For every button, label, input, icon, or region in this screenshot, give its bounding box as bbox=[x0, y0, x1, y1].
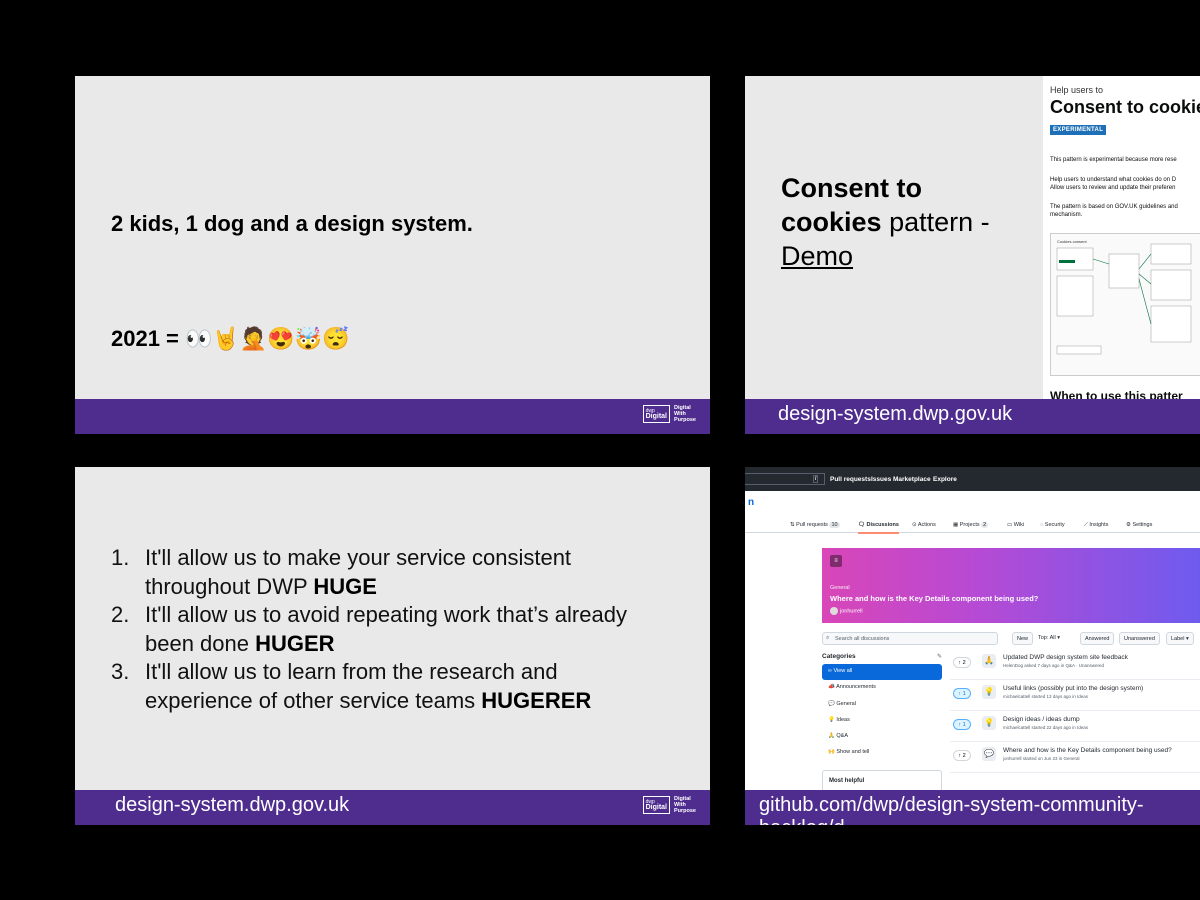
slide-consent-cookies: Consent to cookies pattern - Demo Help u… bbox=[745, 76, 1200, 434]
discussion-meta: jonhurrell started on Jun 23 in General bbox=[1003, 756, 1080, 761]
discussion-row[interactable]: ↑ 1 💡 Design ideas / ideas dump michaelc… bbox=[950, 711, 1200, 742]
github-header: / Pull requests Issues Marketplace Explo… bbox=[745, 467, 1200, 491]
categories-panel: Categories ✎ ∞ View all 📣 Announcements … bbox=[822, 653, 942, 762]
category-view-all[interactable]: ∞ View all bbox=[822, 664, 942, 681]
search-icon: ⌕ bbox=[826, 635, 830, 641]
discussion-title[interactable]: Updated DWP design system site feedback bbox=[1003, 654, 1128, 661]
slide-benefits: 1. It'll allow us to make your service c… bbox=[75, 467, 710, 825]
footer-url[interactable]: design-system.dwp.gov.uk bbox=[778, 403, 1012, 426]
dwp-logo: dwp Digital Digital With Purpose bbox=[642, 796, 696, 814]
list-item: 3. It'll allow us to learn from the rese… bbox=[111, 659, 592, 713]
year-emoji-line: 2021 = 👀🤘🤦😍🤯😴 bbox=[111, 326, 350, 351]
footer-bar: design-system.dwp.gov.uk dwp Digital Digi… bbox=[75, 790, 710, 825]
slide-intro: 2 kids, 1 dog and a design system. 2021 … bbox=[75, 76, 710, 434]
tab-projects[interactable]: ▦ Projects 2 bbox=[953, 522, 989, 528]
discussion-title[interactable]: Design ideas / ideas dump bbox=[1003, 716, 1080, 723]
tab-insights[interactable]: ⟋ Insights bbox=[1084, 522, 1108, 529]
banner-title[interactable]: Where and how is the Key Details compone… bbox=[830, 594, 1038, 603]
discussion-list: ↑ 2 🙏 Updated DWP design system site fee… bbox=[950, 649, 1200, 773]
slide-github-discussions: / Pull requests Issues Marketplace Explo… bbox=[745, 467, 1200, 825]
upvote-button[interactable]: ↑ 1 bbox=[953, 719, 971, 730]
category-emoji-icon: 💡 bbox=[982, 685, 996, 699]
discussion-meta: michaelcattell started 22 days ago in Id… bbox=[1003, 725, 1089, 730]
doc-paragraph: The pattern is based on GOV.UK guideline… bbox=[1050, 204, 1178, 210]
slide-heading: Consent to cookies pattern - Demo bbox=[781, 173, 990, 271]
discussion-row[interactable]: ↑ 2 💬 Where and how is the Key Details c… bbox=[950, 742, 1200, 773]
doc-paragraph: This pattern is experimental because mor… bbox=[1050, 157, 1177, 163]
intro-line: 2 kids, 1 dog and a design system. bbox=[111, 211, 473, 236]
dwp-logo: dwp Digital Digital With Purpose bbox=[642, 405, 696, 423]
nav-explore[interactable]: Explore bbox=[933, 476, 957, 483]
dwp-logo-text: Digital With Purpose bbox=[673, 796, 696, 814]
category-emoji-icon: 💬 bbox=[982, 747, 996, 761]
demo-link[interactable]: Demo bbox=[781, 241, 853, 271]
tab-wiki[interactable]: ▭ Wiki bbox=[1007, 522, 1024, 528]
list-item: 2. It'll allow us to avoid repeating wor… bbox=[111, 602, 627, 656]
upvote-button[interactable]: ↑ 2 bbox=[953, 750, 971, 761]
tab-discussions[interactable]: 🗨 Discussions bbox=[858, 522, 899, 534]
categories-heading: Categories bbox=[822, 653, 856, 660]
doc-paragraph: Help users to understand what cookies do… bbox=[1050, 177, 1177, 183]
category-announcements[interactable]: 📣 Announcements bbox=[822, 680, 942, 696]
discussion-title[interactable]: Useful links (possibly put into the desi… bbox=[1003, 685, 1143, 692]
category-emoji-icon: 🙏 bbox=[982, 654, 996, 668]
discussion-meta: michaelcattell started 13 days ago in Id… bbox=[1003, 694, 1089, 699]
doc-caption: Help users to bbox=[1050, 85, 1104, 95]
category-general[interactable]: 💬 General bbox=[822, 697, 942, 713]
dwp-logo-box: dwp Digital bbox=[642, 796, 670, 814]
discussion-meta: HelenDog asked 7 days ago in Q&A · Unans… bbox=[1003, 663, 1105, 668]
flow-diagram: Cookies consent bbox=[1050, 233, 1200, 376]
discussion-row[interactable]: ↑ 1 💡 Useful links (possibly put into th… bbox=[950, 680, 1200, 711]
slash-shortcut: / bbox=[813, 475, 819, 483]
label-filter[interactable]: Label ▾ bbox=[1166, 632, 1194, 645]
discussion-icon: ≡ bbox=[830, 555, 842, 567]
unanswered-filter[interactable]: Unanswered bbox=[1119, 632, 1160, 645]
avatar bbox=[830, 607, 838, 615]
footer-url[interactable]: design-system.dwp.gov.uk bbox=[115, 794, 349, 817]
pattern-page-screenshot: Help users to Consent to cookie EXPERIME… bbox=[1043, 76, 1200, 399]
discussion-search-input[interactable]: ⌕ Search all discussions bbox=[822, 632, 998, 645]
banner-category: General bbox=[830, 585, 850, 591]
featured-discussion-banner[interactable]: ≡ General Where and how is the Key Detai… bbox=[822, 548, 1200, 623]
doc-paragraph: Allow users to review and update their p… bbox=[1050, 185, 1176, 191]
benefits-list: 1. It'll allow us to make your service c… bbox=[111, 544, 691, 715]
discussion-row[interactable]: ↑ 2 🙏 Updated DWP design system site fee… bbox=[950, 649, 1200, 680]
upvote-button[interactable]: ↑ 1 bbox=[953, 688, 971, 699]
list-item: 1. It'll allow us to make your service c… bbox=[111, 545, 572, 599]
footer-bar: design-system.dwp.gov.uk bbox=[745, 399, 1200, 434]
nav-pull-requests[interactable]: Pull requests bbox=[830, 476, 871, 483]
repo-name[interactable]: n bbox=[748, 497, 754, 508]
category-show-and-tell[interactable]: 🙌 Show and tell bbox=[822, 745, 942, 761]
dwp-logo-box: dwp Digital bbox=[642, 405, 670, 423]
tab-actions[interactable]: ⊙ Actions bbox=[912, 522, 936, 528]
nav-marketplace[interactable]: Marketplace bbox=[893, 476, 931, 483]
top-filter[interactable]: Top: All ▾ bbox=[1034, 632, 1064, 645]
dwp-logo-text: Digital With Purpose bbox=[673, 405, 696, 423]
footer-bar: dwp Digital Digital With Purpose bbox=[75, 399, 710, 434]
tab-security[interactable]: ◌ Security bbox=[1040, 522, 1065, 528]
experimental-tag: EXPERIMENTAL bbox=[1050, 125, 1107, 135]
category-ideas[interactable]: 💡 Ideas bbox=[822, 713, 942, 729]
category-emoji-icon: 💡 bbox=[982, 716, 996, 730]
repo-tabs: ⇅ Pull requests 10 🗨 Discussions ⊙ Actio… bbox=[745, 515, 1200, 534]
tab-pull-requests[interactable]: ⇅ Pull requests 10 bbox=[790, 522, 840, 528]
footer-bar: github.com/dwp/design-system-community-b… bbox=[745, 790, 1200, 825]
nav-issues[interactable]: Issues bbox=[871, 476, 891, 483]
banner-user[interactable]: jonhurrell bbox=[830, 607, 863, 615]
discussion-title[interactable]: Where and how is the Key Details compone… bbox=[1003, 747, 1172, 754]
footer-url[interactable]: github.com/dwp/design-system-community-b… bbox=[759, 794, 1200, 825]
tab-settings[interactable]: ⚙ Settings bbox=[1126, 522, 1152, 528]
answered-filter[interactable]: Answered bbox=[1080, 632, 1115, 645]
doc-title: Consent to cookie bbox=[1050, 97, 1200, 117]
upvote-button[interactable]: ↑ 2 bbox=[953, 657, 971, 668]
doc-subheading: When to use this patter bbox=[1050, 389, 1183, 399]
category-qa[interactable]: 🙏 Q&A bbox=[822, 729, 942, 745]
new-button[interactable]: New bbox=[1012, 632, 1034, 645]
doc-paragraph: mechanism. bbox=[1050, 212, 1083, 218]
svg-text:Cookies consent: Cookies consent bbox=[1057, 239, 1087, 244]
flow-diagram-graphic: Cookies consent bbox=[1056, 239, 1192, 355]
edit-icon[interactable]: ✎ bbox=[937, 653, 942, 660]
